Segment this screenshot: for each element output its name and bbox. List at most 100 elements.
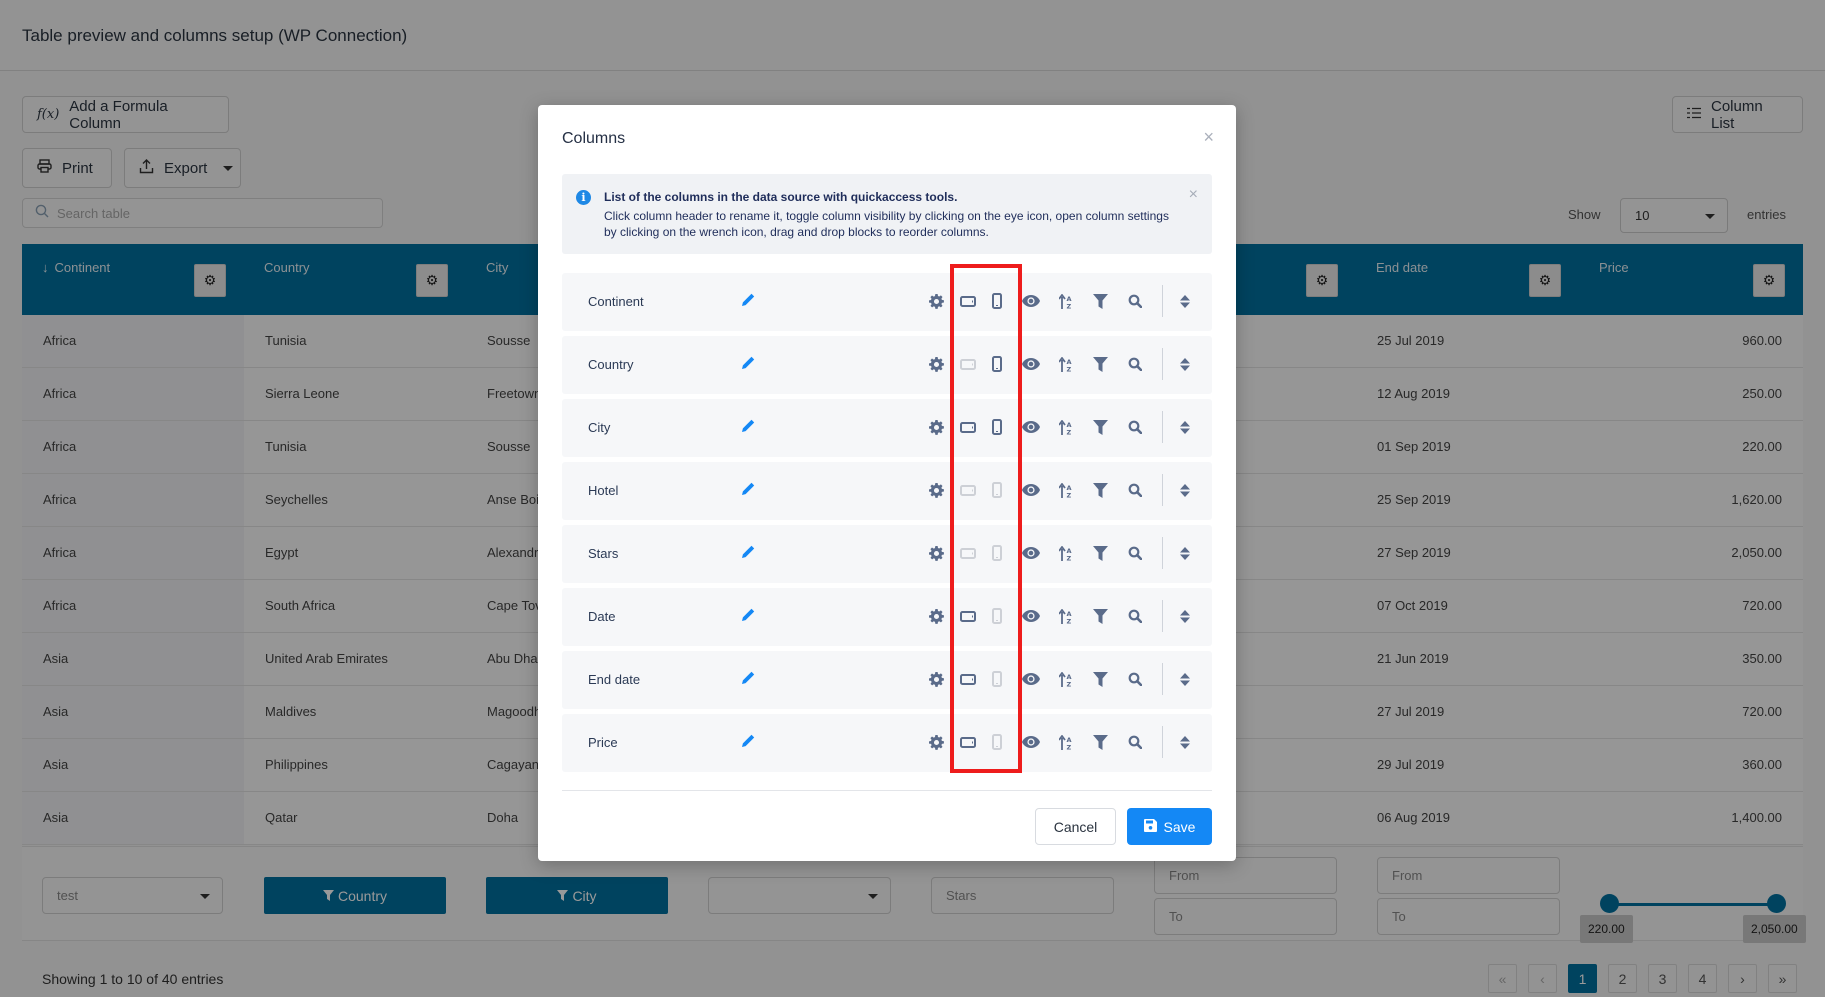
eye-icon[interactable] xyxy=(1021,291,1041,311)
tablet-visibility-icon[interactable] xyxy=(958,606,978,626)
svg-text:Z: Z xyxy=(1067,428,1072,435)
mobile-visibility-icon[interactable] xyxy=(987,354,1007,374)
drag-handle-icon[interactable] xyxy=(1175,543,1195,563)
mobile-visibility-icon[interactable] xyxy=(987,417,1007,437)
filter-icon[interactable] xyxy=(1090,354,1110,374)
drag-handle-icon[interactable] xyxy=(1175,291,1195,311)
gear-icon[interactable] xyxy=(926,669,946,689)
pencil-icon[interactable] xyxy=(741,734,755,752)
pencil-icon[interactable] xyxy=(741,482,755,500)
sort-alpha-icon[interactable]: AZ xyxy=(1056,417,1076,437)
search-icon[interactable] xyxy=(1125,606,1145,626)
gear-icon[interactable] xyxy=(926,606,946,626)
column-name[interactable]: City xyxy=(588,420,610,435)
column-name[interactable]: End date xyxy=(588,672,640,687)
filter-icon[interactable] xyxy=(1090,732,1110,752)
filter-icon[interactable] xyxy=(1090,417,1110,437)
close-icon[interactable]: × xyxy=(1189,186,1198,204)
mobile-visibility-icon[interactable] xyxy=(987,480,1007,500)
drag-handle-icon[interactable] xyxy=(1175,354,1195,374)
mobile-visibility-icon[interactable] xyxy=(987,543,1007,563)
eye-icon[interactable] xyxy=(1021,417,1041,437)
column-name[interactable]: Country xyxy=(588,357,634,372)
column-row[interactable]: Continent A Z xyxy=(562,273,1212,331)
filter-icon[interactable] xyxy=(1090,606,1110,626)
sort-alpha-icon[interactable]: AZ xyxy=(1056,543,1076,563)
search-icon[interactable] xyxy=(1125,543,1145,563)
info-text: Click column header to rename it, toggle… xyxy=(604,209,1169,239)
drag-handle-icon[interactable] xyxy=(1175,480,1195,500)
pencil-icon[interactable] xyxy=(741,671,755,689)
search-icon[interactable] xyxy=(1125,417,1145,437)
column-row[interactable]: Date A Z xyxy=(562,588,1212,646)
sort-alpha-icon[interactable]: AZ xyxy=(1056,291,1076,311)
drag-handle-icon[interactable] xyxy=(1175,606,1195,626)
modal-title: Columns xyxy=(562,130,626,147)
search-icon[interactable] xyxy=(1125,354,1145,374)
filter-icon[interactable] xyxy=(1090,543,1110,563)
tablet-visibility-icon[interactable] xyxy=(958,480,978,500)
columns-modal: Columns × i List of the columns in the d… xyxy=(538,105,1236,861)
eye-icon[interactable] xyxy=(1021,354,1041,374)
divider xyxy=(1162,285,1163,317)
save-button[interactable]: Save xyxy=(1127,808,1212,845)
gear-icon[interactable] xyxy=(926,480,946,500)
gear-icon[interactable] xyxy=(926,354,946,374)
eye-icon[interactable] xyxy=(1021,669,1041,689)
column-name[interactable]: Stars xyxy=(588,546,618,561)
column-name[interactable]: Price xyxy=(588,735,618,750)
drag-handle-icon[interactable] xyxy=(1175,669,1195,689)
column-row[interactable]: City A Z xyxy=(562,399,1212,457)
tablet-visibility-icon[interactable] xyxy=(958,417,978,437)
mobile-visibility-icon[interactable] xyxy=(987,732,1007,752)
column-row[interactable]: Stars A Z xyxy=(562,525,1212,583)
search-icon[interactable] xyxy=(1125,480,1145,500)
cancel-button[interactable]: Cancel xyxy=(1035,808,1116,845)
pencil-icon[interactable] xyxy=(741,545,755,563)
search-icon[interactable] xyxy=(1125,732,1145,752)
filter-icon[interactable] xyxy=(1090,480,1110,500)
mobile-visibility-icon[interactable] xyxy=(987,669,1007,689)
filter-icon[interactable] xyxy=(1090,291,1110,311)
tablet-visibility-icon[interactable] xyxy=(958,732,978,752)
gear-icon[interactable] xyxy=(926,543,946,563)
save-label: Save xyxy=(1163,818,1196,835)
mobile-visibility-icon[interactable] xyxy=(987,606,1007,626)
eye-icon[interactable] xyxy=(1021,606,1041,626)
tablet-visibility-icon[interactable] xyxy=(958,543,978,563)
sort-alpha-icon[interactable]: AZ xyxy=(1056,480,1076,500)
tablet-visibility-icon[interactable] xyxy=(958,291,978,311)
pencil-icon[interactable] xyxy=(741,419,755,437)
column-name[interactable]: Continent xyxy=(588,294,644,309)
tablet-visibility-icon[interactable] xyxy=(958,669,978,689)
pencil-icon[interactable] xyxy=(741,608,755,626)
svg-text:Z: Z xyxy=(1067,680,1072,687)
column-row[interactable]: Hotel A Z xyxy=(562,462,1212,520)
eye-icon[interactable] xyxy=(1021,543,1041,563)
close-icon[interactable]: × xyxy=(1203,127,1214,148)
pencil-icon[interactable] xyxy=(741,293,755,311)
sort-alpha-icon[interactable]: AZ xyxy=(1056,669,1076,689)
search-icon[interactable] xyxy=(1125,669,1145,689)
filter-icon[interactable] xyxy=(1090,669,1110,689)
mobile-visibility-icon[interactable] xyxy=(987,291,1007,311)
sort-alpha-icon[interactable]: AZ xyxy=(1056,354,1076,374)
column-row[interactable]: End date A Z xyxy=(562,651,1212,709)
column-row[interactable]: Country A Z xyxy=(562,336,1212,394)
column-row[interactable]: Price A Z xyxy=(562,714,1212,772)
search-icon[interactable] xyxy=(1125,291,1145,311)
svg-text:Z: Z xyxy=(1067,365,1072,372)
drag-handle-icon[interactable] xyxy=(1175,417,1195,437)
eye-icon[interactable] xyxy=(1021,480,1041,500)
gear-icon[interactable] xyxy=(926,732,946,752)
pencil-icon[interactable] xyxy=(741,356,755,374)
gear-icon[interactable] xyxy=(926,417,946,437)
gear-icon[interactable] xyxy=(926,291,946,311)
tablet-visibility-icon[interactable] xyxy=(958,354,978,374)
eye-icon[interactable] xyxy=(1021,732,1041,752)
column-name[interactable]: Hotel xyxy=(588,483,618,498)
drag-handle-icon[interactable] xyxy=(1175,732,1195,752)
column-name[interactable]: Date xyxy=(588,609,615,624)
sort-alpha-icon[interactable]: AZ xyxy=(1056,606,1076,626)
sort-alpha-icon[interactable]: AZ xyxy=(1056,732,1076,752)
